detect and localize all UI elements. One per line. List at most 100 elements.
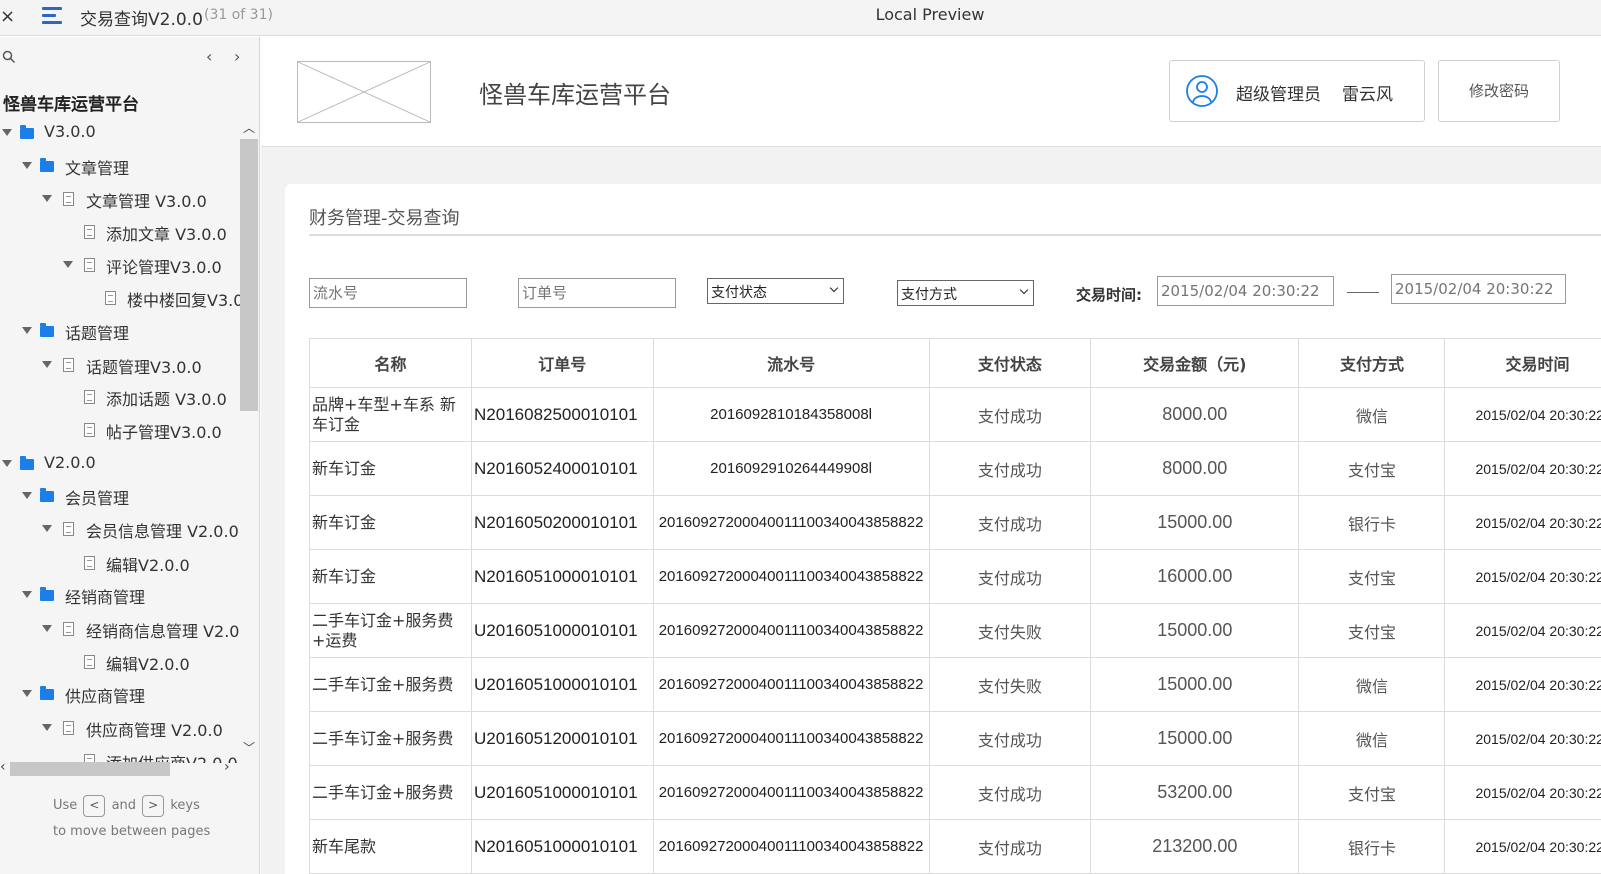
cell-amount: 53200.00	[1090, 765, 1300, 820]
user-role: 超级管理员	[1236, 85, 1321, 105]
col-header-serial[interactable]: 流水号	[652, 338, 930, 388]
expand-arrow-icon[interactable]	[42, 195, 52, 202]
time-end-input[interactable]	[1391, 274, 1566, 304]
horizontal-scrollbar[interactable]: ‹ ›	[0, 759, 240, 777]
cell-time: 2015/02/04 20:30:22	[1444, 603, 1601, 658]
pay-method-select[interactable]: 支付方式	[897, 280, 1034, 306]
expand-arrow-icon[interactable]	[22, 690, 32, 697]
chevron-right-icon[interactable]: ›	[234, 47, 240, 66]
cell-time: 2015/02/04 20:30:22	[1444, 495, 1601, 550]
cell-serial: 2016092910264449908l	[652, 441, 930, 496]
scrollbar-thumb[interactable]	[240, 139, 258, 411]
expand-arrow-icon[interactable]	[42, 625, 52, 632]
cell-method: 支付宝	[1298, 549, 1446, 604]
chevron-left-icon[interactable]: ‹	[206, 47, 212, 66]
table-row[interactable]: 二手车订金+服务费 U2016051200010101 201609272000…	[308, 711, 1601, 766]
col-header-amount[interactable]: 交易金额（元)	[1090, 338, 1300, 388]
expand-arrow-icon[interactable]	[22, 591, 32, 598]
change-password-button[interactable]: 修改密码	[1438, 60, 1560, 122]
expand-arrow-icon[interactable]	[42, 724, 52, 731]
col-header-name[interactable]: 名称	[308, 338, 473, 388]
page-icon	[63, 358, 74, 372]
folder-icon	[20, 125, 34, 139]
cell-status: 支付成功	[928, 711, 1092, 766]
col-header-method[interactable]: 支付方式	[1298, 338, 1446, 388]
table-row[interactable]: 品牌+车型+车系 新车订金 N2016082500010101 20160928…	[308, 387, 1601, 442]
folder-icon	[40, 686, 54, 700]
table-row[interactable]: 新车订金 N2016051000010101 20160927200040011…	[308, 549, 1601, 604]
help-text: to move between pages	[53, 824, 211, 839]
cell-method: 支付宝	[1298, 603, 1446, 658]
page-icon	[84, 655, 95, 669]
table-row[interactable]: 新车订金 N2016052400010101 20160929102644499…	[308, 441, 1601, 496]
expand-arrow-icon[interactable]	[22, 492, 32, 499]
logo-placeholder-image	[297, 61, 431, 123]
cell-serial: 20160927200040011100340043858822	[652, 765, 930, 820]
expand-arrow-icon[interactable]	[63, 261, 73, 268]
cell-status: 支付成功	[928, 819, 1092, 874]
chevron-down-icon	[1019, 285, 1029, 295]
help-text: Use	[53, 798, 78, 813]
cell-method: 微信	[1298, 711, 1446, 766]
breadcrumb: 财务管理-交易查询	[309, 208, 460, 229]
project-title: 怪兽车库运营平台	[3, 95, 139, 115]
help-text: and	[111, 798, 137, 813]
cell-name: 新车订金	[308, 495, 473, 550]
page-icon	[105, 291, 116, 305]
cell-amount: 15000.00	[1090, 603, 1300, 658]
cell-serial: 20160927200040011100340043858822	[652, 819, 930, 874]
key-right-icon: >	[142, 794, 165, 817]
query-panel: 财务管理-交易查询 支付状态 支付方式 交易时间: 名称 订单号 流水号	[285, 184, 1601, 874]
pay-status-select[interactable]: 支付状态	[707, 278, 844, 304]
cell-order: N2016052400010101	[471, 441, 654, 496]
cell-time: 2015/02/04 20:30:22	[1444, 765, 1601, 820]
cell-amount: 15000.00	[1090, 657, 1300, 712]
cell-name: 二手车订金+服务费	[308, 765, 473, 820]
col-header-status[interactable]: 支付状态	[928, 338, 1092, 388]
expand-arrow-icon[interactable]	[42, 361, 52, 368]
expand-arrow-icon[interactable]	[2, 460, 12, 467]
preview-title: Local Preview	[875, 5, 985, 24]
cell-serial: 20160927200040011100340043858822	[652, 549, 930, 604]
table-header-row: 名称 订单号 流水号 支付状态 交易金额（元) 支付方式 交易时间	[308, 338, 1601, 388]
table-row[interactable]: 新车订金 N2016050200010101 20160927200040011…	[308, 495, 1601, 550]
search-icon[interactable]	[2, 50, 16, 64]
table-row[interactable]: 二手车订金+服务费 U2016051000010101 201609272000…	[308, 765, 1601, 820]
scroll-down-icon[interactable]: ﹀	[243, 739, 255, 756]
scroll-left-icon[interactable]: ‹	[0, 759, 6, 775]
help-text: keys	[170, 798, 200, 813]
expand-arrow-icon[interactable]	[22, 327, 32, 334]
cell-time: 2015/02/04 20:30:22	[1444, 549, 1601, 604]
folder-icon	[40, 488, 54, 502]
cell-status: 支付失败	[928, 603, 1092, 658]
expand-arrow-icon[interactable]	[2, 129, 12, 136]
cell-status: 支付成功	[928, 549, 1092, 604]
page-icon	[63, 522, 74, 536]
expand-arrow-icon[interactable]	[22, 162, 32, 169]
scroll-right-icon[interactable]: ›	[224, 759, 230, 775]
scroll-up-icon[interactable]: ︿	[243, 119, 255, 136]
cell-time: 2015/02/04 20:30:22	[1444, 657, 1601, 712]
page-icon	[63, 622, 74, 636]
range-dash	[1347, 292, 1379, 293]
time-start-input[interactable]	[1157, 276, 1334, 306]
user-info[interactable]: 超级管理员 雷云风	[1169, 60, 1425, 122]
col-header-time[interactable]: 交易时间	[1444, 338, 1601, 388]
table-row[interactable]: 二手车订金+服务费+运费 U2016051000010101 201609272…	[308, 603, 1601, 658]
expand-arrow-icon[interactable]	[42, 525, 52, 532]
cell-amount: 8000.00	[1090, 387, 1300, 442]
cell-amount: 8000.00	[1090, 441, 1300, 496]
table-row[interactable]: 新车尾款 N2016051000010101 20160927200040011…	[308, 819, 1601, 874]
cell-amount: 213200.00	[1090, 819, 1300, 874]
vertical-scrollbar[interactable]: ︿ ﹀	[240, 119, 258, 759]
page-tree: V3.0.0 文章管理 文章管理 V3.0.0 添加文章 V3.0.0 评论管理…	[0, 117, 240, 763]
folder-icon	[40, 158, 54, 172]
serial-input[interactable]	[309, 278, 467, 308]
select-value: 支付方式	[901, 287, 957, 303]
table-row[interactable]: 二手车订金+服务费 U2016051000010101 201609272000…	[308, 657, 1601, 712]
cell-serial: 2016092810184358008l	[652, 387, 930, 442]
time-label: 交易时间:	[1076, 286, 1142, 304]
scrollbar-thumb[interactable]	[10, 762, 170, 776]
order-input[interactable]	[518, 278, 676, 308]
col-header-order[interactable]: 订单号	[471, 338, 654, 388]
